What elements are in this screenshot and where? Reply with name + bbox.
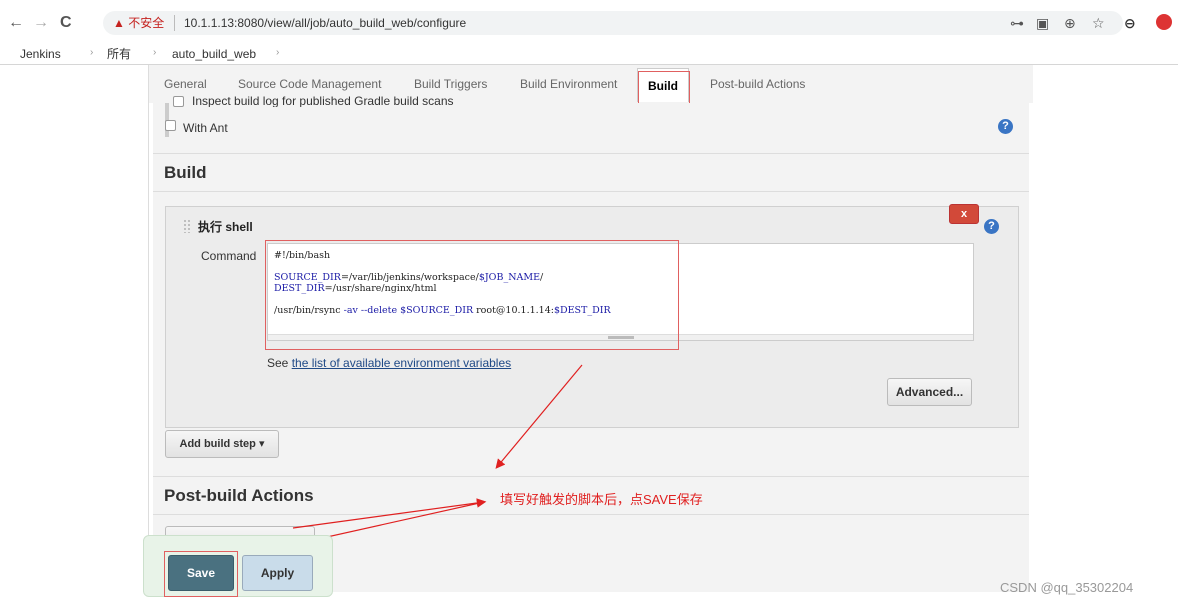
save-button[interactable]: Save	[168, 555, 234, 591]
apply-button[interactable]: Apply	[242, 555, 313, 591]
arrow-to-annotation	[495, 364, 583, 469]
arrow-to-annotation-left	[292, 498, 487, 529]
annotation-text: 填写好触发的脚本后，点SAVE保存	[500, 492, 703, 507]
annotation-arrows	[234, 364, 583, 561]
watermark: CSDN @qq_35302204	[1000, 580, 1134, 595]
